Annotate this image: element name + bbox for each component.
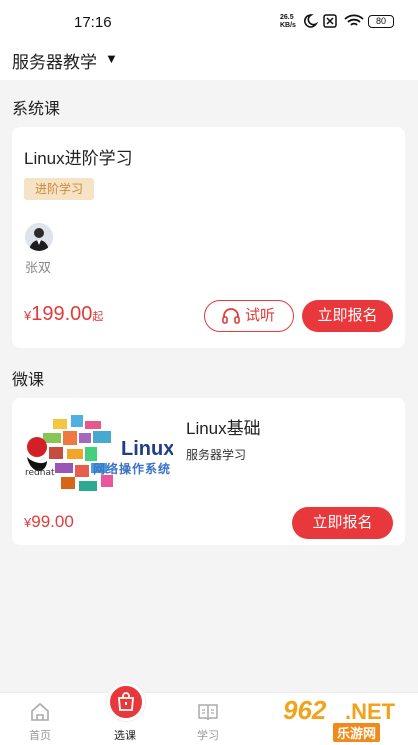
tab-home[interactable]: 首页 [10, 693, 70, 745]
battery-icon: 80 [368, 15, 394, 28]
watermark-number: 962 [283, 695, 327, 725]
home-icon [31, 702, 49, 721]
teacher-name: 张双 [25, 260, 52, 275]
course-price: ¥199.00起 [24, 303, 103, 326]
section-title-system: 系统课 [12, 101, 61, 118]
category-selector[interactable]: 服务器教学 [12, 48, 97, 73]
net-speed-unit: KB/s [280, 22, 296, 29]
thumb-brand: redhat [25, 468, 55, 478]
caret-down-icon[interactable]: ▼ [105, 51, 118, 66]
watermark-cn: 乐游网 [333, 723, 381, 742]
page-header: 服务器教学 ▼ [0, 40, 418, 80]
teacher-avatar [25, 223, 53, 251]
enroll-button[interactable]: 立即报名 [292, 507, 393, 539]
tab-study[interactable]: 学习 [178, 693, 238, 745]
course-title: Linux基础 [186, 419, 261, 438]
enroll-button[interactable]: 立即报名 [302, 300, 393, 332]
tab-courses-label: 选课 [114, 730, 136, 742]
tab-study-label: 学习 [197, 730, 219, 742]
watermark-suffix: .NET [345, 699, 396, 724]
headphones-icon [222, 308, 240, 324]
course-card-system[interactable]: Linux进阶学习 进阶学习 张双 ¥199.00起 试听 立即报名 [12, 127, 405, 348]
sim-off-icon [323, 14, 337, 28]
net-speed-value: 26.5 [280, 14, 294, 21]
book-icon [198, 704, 218, 721]
tab-home-label: 首页 [29, 730, 51, 742]
trial-listen-button[interactable]: 试听 [204, 300, 294, 332]
wifi-icon [344, 14, 364, 26]
status-bar: 17:16 26.5 KB/s 80 [0, 0, 418, 40]
course-title: Linux进阶学习 [24, 149, 133, 168]
price-amount: 99.00 [31, 512, 74, 531]
tab-courses-bubble[interactable] [107, 683, 145, 721]
course-card-micro[interactable]: redhat Linux 网络操作系统 Linux基础 服务器学习 ¥99.00… [12, 398, 405, 545]
course-tag: 进阶学习 [24, 178, 95, 200]
price-amount: 199.00 [31, 303, 93, 325]
site-watermark: 962 .NET 乐游网 [283, 695, 415, 742]
net-speed: 26.5 KB/s [280, 14, 296, 30]
price-suffix: 起 [92, 311, 104, 323]
thumb-title: Linux [121, 438, 173, 460]
course-thumbnail: redhat Linux 网络操作系统 [23, 413, 173, 499]
thumb-subtitle: 网络操作系统 [93, 462, 172, 476]
trial-listen-label: 试听 [245, 307, 276, 324]
course-price: ¥99.00 [24, 512, 74, 532]
bag-icon [118, 692, 134, 711]
status-time: 17:16 [74, 14, 112, 31]
section-title-micro: 微课 [12, 372, 45, 389]
course-subtitle: 服务器学习 [186, 448, 247, 462]
moon-icon [304, 14, 318, 28]
